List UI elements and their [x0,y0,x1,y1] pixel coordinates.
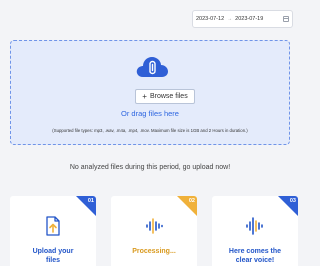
waveform-icon [146,218,163,234]
step-title-line: Here comes the [228,248,282,255]
step-title-line: clear voice! [235,257,275,264]
step-card-upload: 01 Upload your files [10,196,96,266]
step-title: Upload your files [10,247,96,265]
step-title-line: files [45,257,60,264]
step-card-clear-voice: 03 Here comes the clear voice! [212,196,298,266]
upload-file-icon [46,216,60,236]
step-card-processing: 02 Processing... [111,196,197,266]
clear-voice-waveform-icon [246,217,263,235]
cloud-attachment-icon [136,57,168,77]
start-date[interactable]: 2023-07-12 [196,16,224,22]
file-drop-zone[interactable]: + Browse files Or drag files here (Suppo… [10,40,290,145]
browse-files-label: Browse files [149,93,188,100]
arrow-right-icon: → [227,16,233,22]
date-range-picker[interactable]: 2023-07-12 → 2023-07-19 [192,10,293,28]
step-title-line: Upload your [32,248,74,255]
drag-files-text: Or drag files here [121,109,179,118]
upload-page: 2023-07-12 → 2023-07-19 + Browse files O… [0,0,300,266]
step-number: 02 [188,198,195,204]
calendar-icon[interactable] [283,16,289,22]
step-number: 03 [289,198,296,204]
step-title-line: Processing... [132,248,176,255]
end-date[interactable]: 2023-07-19 [235,16,263,22]
plus-icon: + [142,92,147,101]
step-title: Processing... [111,247,197,256]
supported-file-types: (Supported file types: mp3, .wav, .m4a, … [52,128,248,133]
browse-files-button[interactable]: + Browse files [135,89,195,104]
step-title: Here comes the clear voice! [212,247,298,265]
empty-state-message: No analyzed files during this period, go… [69,164,231,171]
step-number: 01 [87,198,94,204]
